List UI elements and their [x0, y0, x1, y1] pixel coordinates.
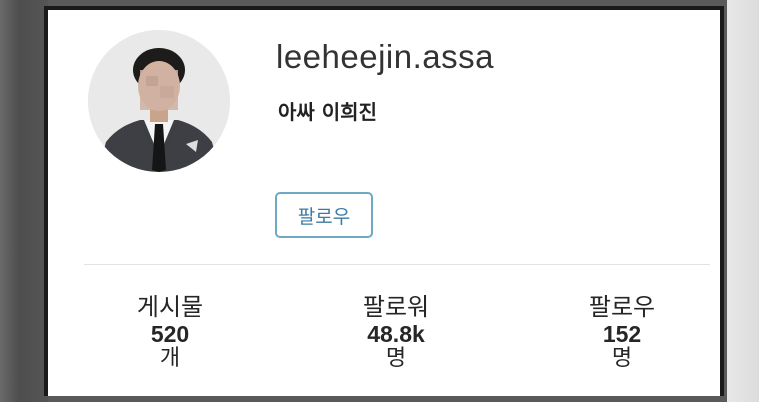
stat-posts[interactable]: 게시물 520 개	[90, 292, 250, 372]
stat-label: 팔로워	[362, 293, 430, 321]
follow-button[interactable]: 팔로우	[275, 192, 373, 238]
stat-label: 게시물	[136, 293, 204, 321]
background-left	[0, 0, 48, 402]
stat-label: 팔로우	[588, 293, 656, 321]
avatar[interactable]	[88, 30, 230, 172]
stat-value: 48.8k	[367, 321, 425, 347]
background-right	[727, 0, 759, 402]
stat-value: 520	[150, 321, 190, 347]
stat-followers[interactable]: 팔로워 48.8k 명	[316, 292, 476, 372]
stat-following[interactable]: 팔로우 152 명	[542, 292, 702, 372]
stat-value: 152	[602, 321, 642, 347]
divider	[84, 264, 710, 265]
stat-unit: 개	[159, 346, 181, 371]
username: leeheejin.assa	[276, 38, 494, 75]
profile-card: leeheejin.assa 아싸 이희진 팔로우 게시물 520 개 팔로워 …	[44, 6, 724, 396]
stat-unit: 명	[611, 346, 633, 371]
stat-unit: 명	[385, 346, 407, 371]
profile-photo-icon	[88, 30, 230, 172]
full-name: 아싸 이희진	[278, 100, 377, 124]
